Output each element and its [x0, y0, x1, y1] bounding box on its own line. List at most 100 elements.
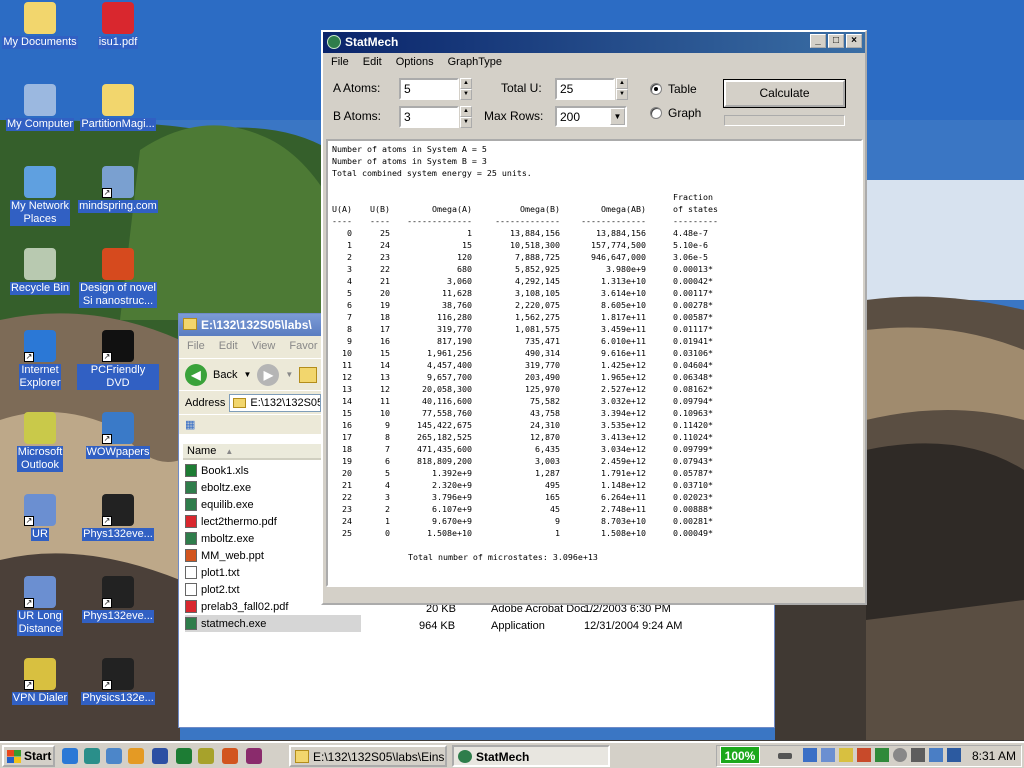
desktop-icon-internet-explorer[interactable]: ↗ Internet Explorer: [0, 330, 81, 390]
maximize-button[interactable]: □: [828, 34, 844, 48]
total-u-down-icon[interactable]: ▼: [616, 89, 628, 100]
power-tray-icon[interactable]: [778, 753, 792, 759]
tray-icon-4[interactable]: [857, 748, 871, 762]
tray-icon-1[interactable]: [803, 748, 817, 762]
desktop-icon-phys132eve-2[interactable]: ↗ Phys132eve...: [77, 576, 159, 623]
back-dropdown-icon[interactable]: ▼: [243, 370, 251, 379]
table-cell: 0.10963*: [673, 408, 713, 418]
statmech-title: StatMech: [345, 35, 399, 49]
output-text-area[interactable]: Number of atoms in System A = 5 Number o…: [326, 139, 863, 587]
tray-icon-2[interactable]: [821, 748, 835, 762]
excel-quicklaunch-icon[interactable]: [176, 748, 192, 764]
explorer-menu-view[interactable]: View: [252, 340, 276, 354]
pdf-icon: [185, 600, 197, 613]
internet-explorer-icon: ↗: [24, 330, 56, 362]
desktop-icon-my-documents[interactable]: My Documents: [0, 2, 81, 49]
desktop-icon-ur[interactable]: ↗ UR: [0, 494, 81, 541]
a-atoms-input[interactable]: 5: [399, 78, 459, 100]
forward-arrow-icon[interactable]: ▶: [257, 363, 280, 386]
table-cell: 0.00888*: [673, 504, 713, 514]
desktop-icon-mindspring[interactable]: ↗ mindspring.com: [77, 166, 159, 213]
menu-graphtype[interactable]: GraphType: [448, 56, 502, 70]
total-u-input[interactable]: 25: [555, 78, 615, 100]
desktop-icon-label: PartitionMagi...: [80, 118, 156, 131]
menu-file[interactable]: File: [331, 56, 349, 70]
outlook-quicklaunch-icon[interactable]: [198, 748, 214, 764]
b-atoms-down-icon[interactable]: ▼: [460, 117, 472, 128]
address-field[interactable]: E:\132\132S05: [229, 393, 322, 412]
desktop-icon-physics132e[interactable]: ↗ Physics132e...: [77, 658, 159, 705]
minimize-button[interactable]: _: [810, 34, 826, 48]
desktop-icon-design-novel-doc[interactable]: Design of novel Si nanostruc...: [77, 248, 159, 308]
total-u-spinner[interactable]: ▲ ▼: [616, 78, 628, 100]
desktop-icon-ur-long-distance[interactable]: ↗ UR Long Distance: [0, 576, 81, 636]
desktop-icon-wowpapers[interactable]: ↗ WOWpapers: [77, 412, 159, 459]
ie-quicklaunch-icon[interactable]: [62, 748, 78, 764]
radio-graph[interactable]: Graph: [650, 106, 701, 120]
word-quicklaunch-icon[interactable]: [152, 748, 168, 764]
desktop-icon-partitionmagic[interactable]: PartitionMagi...: [77, 84, 159, 131]
file-name: Book1.xls: [201, 464, 249, 477]
radio-graph-indicator[interactable]: [650, 107, 662, 119]
back-arrow-icon[interactable]: ◀: [185, 363, 207, 386]
forward-dropdown-icon[interactable]: ▼: [285, 370, 293, 379]
desktop-icon-vpn-dialer[interactable]: ↗ VPN Dialer: [0, 658, 81, 705]
explorer-menu-file[interactable]: File: [187, 340, 205, 354]
desktop-icon-phys132eve-1[interactable]: ↗ Phys132eve...: [77, 494, 159, 541]
desktop-icon-recycle-bin[interactable]: Recycle Bin: [0, 248, 81, 295]
file-name: statmech.exe: [201, 617, 267, 630]
b-atoms-up-icon[interactable]: ▲: [460, 106, 472, 117]
statmech-title-bar[interactable]: StatMech _ □ ×: [323, 32, 865, 53]
column-divider: -------------: [581, 216, 646, 226]
close-button[interactable]: ×: [846, 34, 862, 48]
table-cell: 2.527e+12: [601, 384, 646, 394]
a-atoms-up-icon[interactable]: ▲: [460, 78, 472, 89]
monitor-tray-icon[interactable]: [947, 748, 961, 762]
menu-options[interactable]: Options: [396, 56, 434, 70]
start-button[interactable]: Start: [2, 745, 55, 767]
exe-icon: [185, 617, 197, 630]
max-rows-select[interactable]: 200 ▼: [555, 106, 627, 127]
radio-table-indicator[interactable]: [650, 83, 662, 95]
explorer-quicklaunch-icon[interactable]: [106, 748, 122, 764]
tray-icon-5[interactable]: [875, 748, 889, 762]
menu-edit[interactable]: Edit: [363, 56, 382, 70]
powerpoint-quicklaunch-icon[interactable]: [222, 748, 238, 764]
file-row[interactable]: statmech.exe: [185, 615, 361, 632]
table-cell: 1.817e+11: [601, 312, 646, 322]
desktop-icon-microsoft-outlook[interactable]: Microsoft Outlook: [0, 412, 81, 472]
calculate-button[interactable]: Calculate: [723, 79, 846, 108]
radio-table[interactable]: Table: [650, 82, 697, 96]
tray-icon-7[interactable]: [911, 748, 925, 762]
up-folder-icon[interactable]: [299, 366, 318, 383]
my-computer-icon: [24, 84, 56, 116]
my-network-places-icon: [24, 166, 56, 198]
back-button[interactable]: Back: [213, 369, 237, 381]
radio-table-label: Table: [668, 82, 697, 96]
desktop-icon-pcfriendly-dvd[interactable]: ↗ PCFriendly DVD: [77, 330, 159, 390]
a-atoms-spinner[interactable]: ▲ ▼: [460, 78, 472, 100]
tray-icon-3[interactable]: [839, 748, 853, 762]
table-cell: 0.04604*: [673, 360, 713, 370]
ppt-icon: [185, 549, 197, 562]
chevron-down-icon[interactable]: ▼: [610, 108, 625, 125]
media-player-quicklaunch-icon[interactable]: [128, 748, 144, 764]
table-cell: 0.11420*: [673, 420, 713, 430]
a-atoms-down-icon[interactable]: ▼: [460, 89, 472, 100]
total-u-up-icon[interactable]: ▲: [616, 78, 628, 89]
desktop-icon-my-network-places[interactable]: My Network Places: [0, 166, 81, 226]
tray-icon-6[interactable]: [893, 748, 907, 762]
b-atoms-spinner[interactable]: ▲ ▼: [460, 106, 472, 128]
tool-quicklaunch-icon[interactable]: [246, 748, 262, 764]
task-statmech[interactable]: StatMech: [452, 745, 610, 767]
explorer-menu-edit[interactable]: Edit: [219, 340, 238, 354]
b-atoms-input[interactable]: 3: [399, 106, 459, 128]
desktop-icon-my-computer[interactable]: My Computer: [0, 84, 81, 131]
tray-icon-8[interactable]: [929, 748, 943, 762]
netscape-quicklaunch-icon[interactable]: [84, 748, 100, 764]
links-grid-icon[interactable]: ▦: [185, 419, 195, 431]
desktop-icon-label: Phys132eve...: [82, 610, 154, 623]
explorer-menu-favorites[interactable]: Favor: [289, 340, 317, 354]
desktop-icon-isu1-pdf[interactable]: isu1.pdf: [77, 2, 159, 49]
task-explorer[interactable]: E:\132\132S05\labs\Eins...: [289, 745, 447, 767]
